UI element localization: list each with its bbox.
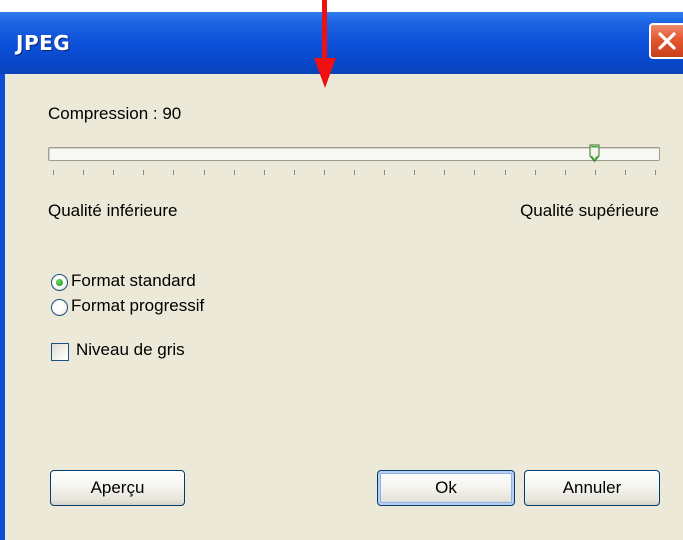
slider-tick	[234, 170, 235, 175]
annotation-arrow-head	[314, 58, 336, 88]
format-standard-label[interactable]: Format standard	[71, 271, 196, 291]
slider-tick	[264, 170, 265, 175]
title-bar[interactable]: JPEG	[0, 12, 683, 74]
slider-tick	[173, 170, 174, 175]
slider-tick	[83, 170, 84, 175]
radio-selected-dot	[56, 279, 63, 286]
slider-tick	[474, 170, 475, 175]
compression-slider-track[interactable]	[48, 147, 660, 161]
slider-tick	[324, 170, 325, 175]
format-standard-radio[interactable]	[51, 274, 68, 291]
max-quality-label: Qualité supérieure	[520, 201, 659, 220]
slider-tick	[565, 170, 566, 175]
grayscale-label[interactable]: Niveau de gris	[76, 340, 185, 360]
slider-tick	[53, 170, 54, 175]
slider-tick	[354, 170, 355, 175]
format-progressive-radio[interactable]	[51, 299, 68, 316]
compression-slider-thumb[interactable]	[589, 144, 600, 163]
compression-label: Compression : 90	[48, 104, 182, 123]
slider-tick	[505, 170, 506, 175]
min-quality-label: Qualité inférieure	[48, 201, 178, 220]
dialog-body: Compression : 90 Qualité inférieure Qual…	[5, 74, 683, 540]
slider-tick	[113, 170, 114, 175]
jpeg-dialog: JPEG Compression : 90 Qualité inférieure…	[0, 12, 683, 540]
format-progressive-label[interactable]: Format progressif	[71, 296, 204, 316]
grayscale-checkbox[interactable]	[51, 343, 69, 361]
slider-tick	[384, 170, 385, 175]
slider-ticks	[5, 170, 683, 178]
ok-button[interactable]: Ok	[377, 470, 515, 506]
preview-button[interactable]: Aperçu	[50, 470, 185, 506]
slider-tick	[655, 170, 656, 175]
close-button[interactable]	[649, 23, 683, 59]
slider-tick	[294, 170, 295, 175]
dialog-title: JPEG	[16, 31, 71, 55]
slider-tick	[143, 170, 144, 175]
slider-tick	[204, 170, 205, 175]
cancel-button[interactable]: Annuler	[524, 470, 660, 506]
close-icon	[658, 32, 676, 50]
slider-tick	[444, 170, 445, 175]
slider-tick	[595, 170, 596, 175]
screenshot-stage: JPEG Compression : 90 Qualité inférieure…	[0, 0, 683, 540]
slider-tick	[625, 170, 626, 175]
annotation-arrow-shaft	[322, 0, 327, 62]
slider-tick	[414, 170, 415, 175]
slider-tick	[535, 170, 536, 175]
